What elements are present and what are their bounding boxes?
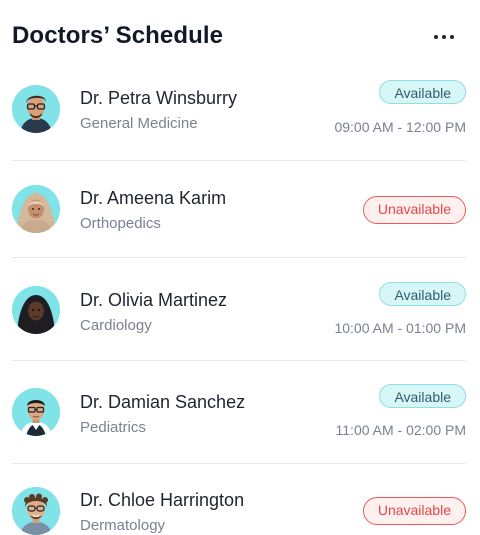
doctor-specialty: General Medicine: [80, 115, 198, 132]
card-header: Doctors’ Schedule: [12, 20, 468, 56]
more-options-button[interactable]: [430, 24, 458, 50]
doctor-specialty: Dermatology: [80, 517, 166, 534]
status-badge: Available: [379, 384, 466, 408]
avatar: [12, 286, 60, 334]
doctor-name: Dr. Ameena Karim: [80, 188, 227, 208]
doctor-list: Dr. Petra Winsburry General Medicine Ava…: [12, 60, 466, 535]
status-badge: Available: [379, 282, 466, 306]
doctor-specialty: Pediatrics: [80, 419, 146, 436]
avatar: [12, 388, 60, 436]
doctor-name: Dr. Petra Winsburry: [80, 88, 238, 108]
status-badge: Unavailable: [362, 196, 466, 224]
avatar: [12, 85, 60, 133]
avatar: [12, 487, 60, 535]
doctor-row[interactable]: Dr. Ameena Karim Orthopedics Unavailable: [12, 161, 466, 258]
doctor-row[interactable]: Dr. Damian Sanchez Pediatrics Available …: [12, 361, 466, 464]
doctor-row[interactable]: Dr. Chloe Harrington Dermatology Unavail…: [12, 464, 466, 535]
doctor-row[interactable]: Dr. Olivia Martinez Cardiology Available…: [12, 258, 466, 361]
status-badge: Unavailable: [362, 497, 466, 525]
doctors-schedule-card: Doctors’ Schedule Dr. Petra Winsburry Ge…: [0, 0, 480, 535]
doctor-specialty: Cardiology: [80, 317, 152, 334]
doctor-name: Dr. Olivia Martinez: [80, 290, 228, 310]
doctor-specialty: Orthopedics: [80, 215, 161, 232]
card-title: Doctors’ Schedule: [12, 22, 224, 49]
status-badge: Available: [379, 80, 466, 104]
doctor-name: Dr. Damian Sanchez: [80, 392, 246, 412]
schedule-time: 10:00 AM - 01:00 PM: [334, 320, 466, 336]
schedule-time: 09:00 AM - 12:00 PM: [334, 119, 466, 135]
avatar: [12, 185, 60, 233]
schedule-time: 11:00 AM - 02:00 PM: [335, 422, 466, 438]
doctor-row[interactable]: Dr. Petra Winsburry General Medicine Ava…: [12, 60, 466, 161]
doctor-name: Dr. Chloe Harrington: [80, 490, 245, 510]
more-horizontal-icon: [434, 35, 454, 39]
